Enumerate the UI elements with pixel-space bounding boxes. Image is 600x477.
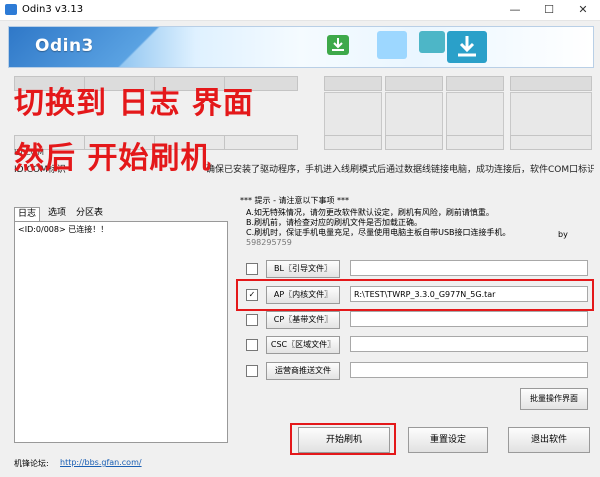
forum-label: 机锋论坛: <box>14 459 49 468</box>
window-title: Odin3 v3.13 <box>22 4 84 15</box>
slot-10 <box>385 92 443 136</box>
bl-file-path[interactable] <box>350 260 588 276</box>
slot-9 <box>324 92 382 136</box>
tip-c: C.刷机时，保证手机电量充足，尽量使用电脑主板自带USB接口连接手机。 <box>246 228 511 237</box>
close-button[interactable]: ✕ <box>566 0 600 20</box>
slot-20 <box>510 135 592 150</box>
download-icon <box>327 35 349 55</box>
cp-file-button[interactable]: CP〖基带文件〗 <box>266 311 340 329</box>
batch-operation-button[interactable]: 批量操作界面 <box>520 388 588 410</box>
tip-by: by <box>558 230 568 239</box>
tip-code: 598295759 <box>246 238 292 247</box>
download-icon-large <box>447 31 487 63</box>
title-bar: Odin3 v3.13 — ☐ ✕ <box>0 0 600 21</box>
driver-notice-text: 确保已安装了驱动程序，手机进入线刷模式后通过数据线链接电脑，成功连接后，软件CO… <box>206 165 594 175</box>
slot-16 <box>224 135 298 150</box>
slot-5 <box>324 76 382 91</box>
ap-file-path[interactable]: R:\TEST\TWRP_3.3.0_G977N_5G.tar <box>350 286 588 302</box>
slot-19 <box>446 135 504 150</box>
tip-a: A.如无特殊情况，请勿更改软件默认设定，刷机有风险，刷前请慎重。 <box>246 208 494 217</box>
maximize-button[interactable]: ☐ <box>532 0 566 20</box>
slot-8 <box>510 76 592 91</box>
csc-file-button[interactable]: CSC〖区域文件〗 <box>266 336 340 354</box>
slot-11 <box>446 92 504 136</box>
odin-logo: Odin3 <box>35 36 94 56</box>
bl-file-button[interactable]: BL〖引导文件〗 <box>266 260 340 278</box>
bl-checkbox[interactable] <box>246 263 258 275</box>
slot-18 <box>385 135 443 150</box>
log-panel[interactable]: <ID:0/008> 已连接！！ <box>14 221 228 443</box>
cp-checkbox[interactable] <box>246 314 258 326</box>
ap-file-button[interactable]: AP〖内核文件〗 <box>266 286 340 304</box>
tip-b: B.刷机前，请检查对应的刷机文件是否加载正确。 <box>246 218 423 227</box>
slot-6 <box>385 76 443 91</box>
tab-options[interactable]: 选项 <box>45 207 69 220</box>
reset-settings-button[interactable]: 重置设定 <box>408 427 488 453</box>
slot-17 <box>324 135 382 150</box>
minimize-button[interactable]: — <box>498 0 532 20</box>
tips-panel: *** 提示 - 请注意以下事项 *** A.如无特殊情况，请勿更改软件默认设定… <box>240 196 590 248</box>
usb-icon <box>419 31 445 53</box>
exit-app-button[interactable]: 退出软件 <box>508 427 590 453</box>
csc-checkbox[interactable] <box>246 339 258 351</box>
carrier-file-path[interactable] <box>350 362 588 378</box>
app-icon <box>5 4 17 15</box>
cp-file-path[interactable] <box>350 311 588 327</box>
overlay-instruction-2: 然后 开始刷机 <box>14 141 212 176</box>
carrier-checkbox[interactable] <box>246 365 258 377</box>
start-flash-button[interactable]: 开始刷机 <box>298 427 390 453</box>
overlay-instruction-1: 切换到 日志 界面 <box>14 86 254 121</box>
forum-link[interactable]: http://bbs.gfan.com/ <box>60 458 142 467</box>
slot-7 <box>446 76 504 91</box>
odin-banner: Odin3 <box>8 26 594 68</box>
tips-heading: *** 提示 - 请注意以下事项 *** <box>240 196 350 205</box>
monitor-icon <box>377 31 407 59</box>
csc-file-path[interactable] <box>350 336 588 352</box>
tab-log[interactable]: 日志 <box>14 207 41 221</box>
slot-12 <box>510 92 592 136</box>
log-line: <ID:0/008> 已连接！！ <box>18 225 109 234</box>
ap-checkbox[interactable]: ✓ <box>246 289 258 301</box>
carrier-file-button[interactable]: 运营商推送文件 <box>266 362 340 380</box>
tab-partition[interactable]: 分区表 <box>73 207 106 220</box>
